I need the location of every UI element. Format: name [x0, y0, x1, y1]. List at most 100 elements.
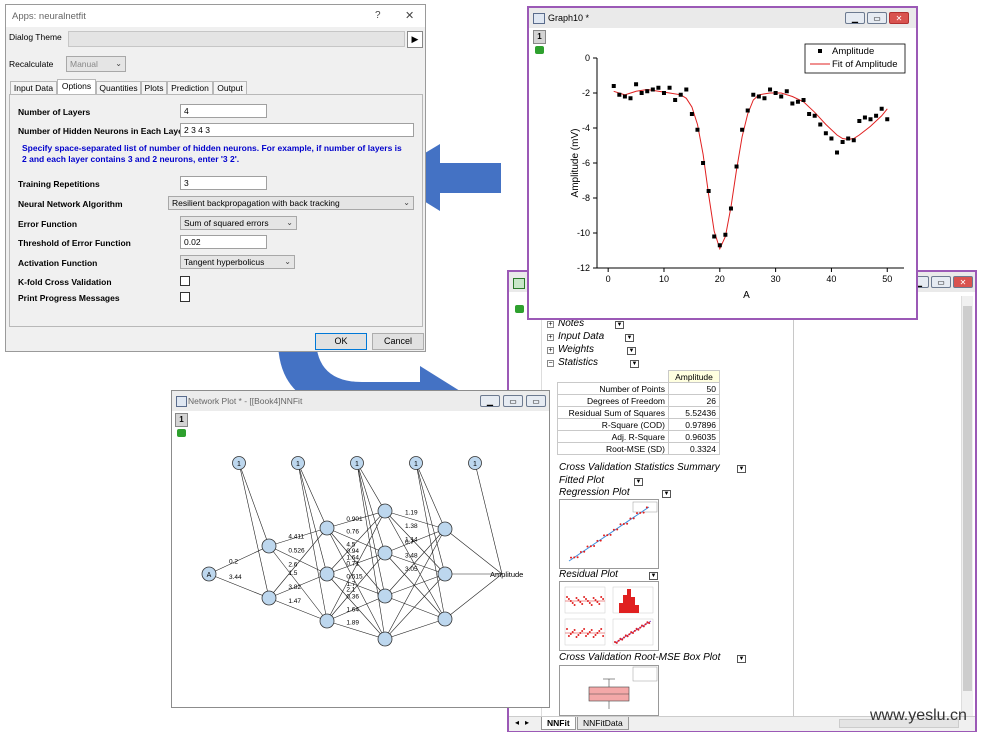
weight-label: 2.6 [288, 562, 297, 569]
data-point [857, 119, 862, 123]
bias-node-label: 1 [473, 461, 477, 468]
residual-dot [588, 602, 591, 604]
tab-plots[interactable]: Plots [141, 81, 167, 94]
connection [297, 462, 328, 622]
residual-dot [586, 600, 589, 602]
residual-plot-dropdown[interactable]: ▼ [649, 572, 658, 580]
x-tick-label: 40 [826, 274, 836, 284]
residual-dot [566, 596, 568, 598]
residual-dot [596, 632, 599, 634]
y-tick-label: -6 [582, 158, 590, 168]
tab-options[interactable]: Options [57, 79, 96, 94]
threshold-input[interactable]: 0.02 [180, 235, 267, 249]
tree-dropdown[interactable]: ▼ [615, 321, 624, 329]
progress-checkbox[interactable] [180, 292, 190, 302]
tree-dropdown[interactable]: ▼ [630, 360, 639, 368]
legend-label-amplitude: Amplitude [832, 46, 874, 57]
tree-dropdown[interactable]: ▼ [625, 334, 634, 342]
stat-value: 0.3324 [668, 442, 720, 455]
x-tick-label: 0 [606, 274, 611, 284]
error-combo[interactable]: Sum of squared errors ⌄ [180, 216, 297, 230]
activation-label: Activation Function [18, 258, 98, 268]
reps-input[interactable]: 3 [180, 176, 267, 190]
tree-statistics[interactable]: Statistics [558, 357, 598, 368]
vertical-scrollbar[interactable] [961, 296, 973, 716]
regression-dot [645, 506, 648, 509]
data-point [868, 117, 873, 122]
data-point [684, 87, 689, 92]
graph-title: Graph10 * [548, 13, 590, 23]
expand-input-data[interactable]: + [547, 334, 554, 341]
ok-button[interactable]: OK [315, 333, 367, 350]
probability-dot [639, 626, 642, 629]
minimize-button[interactable]: ▁ [480, 395, 500, 407]
tree-weights[interactable]: Weights [558, 344, 594, 355]
dialog-title: Apps: neuralnetfit [12, 11, 86, 22]
maximize-button[interactable]: ▭ [503, 395, 523, 407]
sheet-tab-nnfitdata[interactable]: NNFitData [577, 717, 629, 730]
regression-plot-dropdown[interactable]: ▼ [662, 490, 671, 498]
probability-dot [646, 621, 649, 624]
scrollbar-thumb[interactable] [963, 306, 972, 691]
weight-label: 3.82 [288, 584, 301, 591]
expand-statistics[interactable]: − [547, 360, 554, 367]
probability-dot [630, 631, 633, 634]
stats-column-header: Amplitude [668, 370, 720, 383]
kfold-checkbox[interactable] [180, 276, 190, 286]
theme-arrow-button[interactable]: ▶ [407, 31, 423, 48]
cancel-button[interactable]: Cancel [372, 333, 424, 350]
expand-weights[interactable]: + [547, 347, 554, 354]
cv-box-thumbnail[interactable] [559, 665, 659, 716]
data-point [823, 131, 828, 136]
regression-plot-thumbnail[interactable] [559, 499, 659, 569]
data-point [762, 96, 767, 101]
tree-dropdown[interactable]: ▼ [627, 347, 636, 355]
tab-input-data[interactable]: Input Data [10, 81, 57, 94]
recalc-combo[interactable]: Manual ⌄ [66, 56, 126, 72]
close-button[interactable]: ✕ [405, 9, 414, 22]
maximize-button[interactable]: ▭ [931, 276, 951, 288]
probability-dot [648, 622, 651, 625]
help-button[interactable]: ? [375, 10, 381, 21]
weight-label: 1.89 [346, 619, 359, 626]
theme-combo[interactable] [68, 31, 405, 47]
tab-prediction[interactable]: Prediction [167, 81, 213, 94]
stats-row: Residual Sum of Squares 5.52436 [557, 406, 720, 419]
prev-sheet-icon[interactable]: ◂ [515, 718, 519, 727]
neuron-node [261, 538, 277, 554]
close-button[interactable]: ✕ [889, 12, 909, 24]
layers-input[interactable]: 4 [180, 104, 267, 118]
maximize-button[interactable]: ▭ [867, 12, 887, 24]
sheet-tab-nnfit[interactable]: NNFit [541, 717, 576, 730]
tree-input-data[interactable]: Input Data [558, 331, 604, 342]
residual-dot [602, 635, 605, 637]
tab-quantities[interactable]: Quantities [96, 81, 141, 94]
expand-notes[interactable]: + [547, 321, 554, 328]
residual-dot [586, 633, 589, 635]
cv-summary-dropdown[interactable]: ▼ [737, 465, 746, 473]
next-sheet-icon[interactable]: ▸ [525, 718, 529, 727]
algo-combo[interactable]: Resilient backpropagation with back trac… [168, 196, 414, 210]
neurons-input[interactable]: 2 3 4 3 [180, 123, 414, 137]
residual-dot [581, 603, 584, 605]
regression-dot [642, 511, 645, 514]
close-button[interactable]: ✕ [953, 276, 973, 288]
residual-plot-thumbnail[interactable] [559, 581, 659, 651]
data-point [639, 91, 644, 95]
restore-button[interactable]: ▭ [526, 395, 546, 407]
fitted-plot-dropdown[interactable]: ▼ [634, 478, 643, 486]
weight-label: 3.44 [229, 574, 242, 581]
regression-dot [632, 517, 635, 520]
activation-combo[interactable]: Tangent hyperbolicus ⌄ [180, 255, 295, 269]
tab-output[interactable]: Output [213, 81, 247, 94]
cv-box-dropdown[interactable]: ▼ [737, 655, 746, 663]
data-point [874, 113, 879, 118]
residual-dot [596, 601, 599, 603]
minimize-button[interactable]: ▁ [845, 12, 865, 24]
regression-dot [619, 523, 622, 526]
data-point [745, 108, 750, 113]
residual-dot [583, 628, 586, 630]
data-point [773, 91, 778, 95]
data-point [879, 106, 884, 111]
residual-dot [590, 629, 593, 631]
